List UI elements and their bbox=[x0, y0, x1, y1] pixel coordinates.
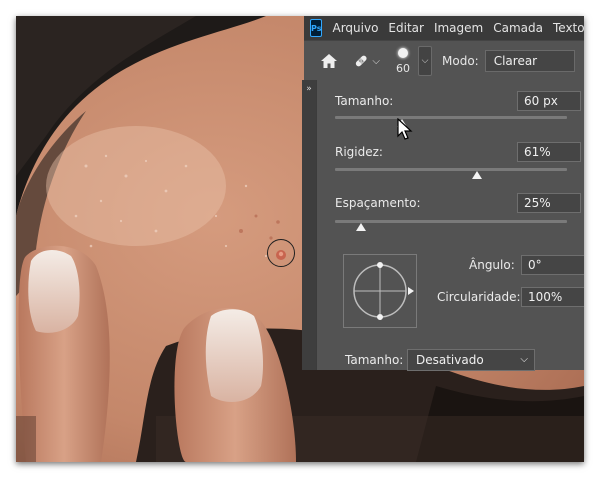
rigidez-value: 61% bbox=[524, 145, 551, 159]
espacamento-label: Espaçamento: bbox=[335, 196, 421, 210]
options-bar: ⌵ 60 ⌵ Modo: Clarear bbox=[304, 40, 584, 81]
brush-tip-icon bbox=[398, 48, 408, 58]
chevron-down-icon: ⌵ bbox=[421, 56, 429, 66]
rigidez-input[interactable]: 61% bbox=[517, 142, 581, 162]
espacamento-input[interactable]: 25% bbox=[517, 193, 581, 213]
menu-camada[interactable]: Camada bbox=[493, 21, 543, 35]
menu-arquivo[interactable]: Arquivo bbox=[332, 21, 378, 35]
rigidez-slider-thumb[interactable] bbox=[471, 171, 482, 179]
screenshot-frame: Ps Arquivo Editar Imagem Camada Texto ⌵ bbox=[16, 16, 584, 462]
angle-roundness-widget[interactable] bbox=[343, 254, 417, 328]
tamanho-slider-track[interactable] bbox=[335, 116, 567, 119]
chevron-down-icon: ⌵ bbox=[520, 354, 528, 365]
angulo-label: Ângulo: bbox=[469, 258, 515, 272]
brush-angle-preview-icon bbox=[353, 262, 414, 320]
spot-healing-brush-icon bbox=[355, 55, 367, 67]
menu-bar: Ps Arquivo Editar Imagem Camada Texto bbox=[304, 16, 584, 40]
angulo-value: 0° bbox=[528, 258, 542, 272]
circularidade-label: Circularidade: bbox=[437, 290, 521, 304]
circularidade-input[interactable]: 100% bbox=[521, 287, 584, 307]
tamanho-value: 60 px bbox=[524, 94, 558, 108]
panel-collapse-strip[interactable]: » bbox=[302, 80, 316, 370]
home-button[interactable] bbox=[314, 46, 344, 76]
tamanho-control-value: Desativado bbox=[416, 353, 484, 367]
menu-imagem[interactable]: Imagem bbox=[434, 21, 483, 35]
photoshop-logo-icon: Ps bbox=[310, 19, 323, 37]
rigidez-label: Rigidez: bbox=[335, 145, 383, 159]
circularidade-value: 100% bbox=[528, 290, 563, 304]
brush-size-preview[interactable]: 60 bbox=[390, 44, 416, 78]
tamanho-input[interactable]: 60 px bbox=[517, 91, 581, 111]
tool-preset-picker[interactable]: ⌵ bbox=[352, 47, 380, 75]
rigidez-slider-track[interactable] bbox=[335, 168, 567, 171]
collapse-arrows-icon: » bbox=[306, 84, 312, 94]
menu-editar[interactable]: Editar bbox=[388, 21, 424, 35]
tamanho-control-select[interactable]: Desativado ⌵ bbox=[407, 349, 535, 371]
brush-cursor-circle bbox=[267, 239, 295, 267]
mode-select[interactable]: Clarear bbox=[484, 50, 575, 72]
mode-value: Clarear bbox=[493, 54, 538, 68]
angulo-input[interactable]: 0° bbox=[521, 255, 584, 275]
brush-picker-dropdown[interactable]: ⌵ bbox=[418, 46, 432, 76]
tamanho-control-label: Tamanho: bbox=[345, 353, 404, 367]
espacamento-value: 25% bbox=[524, 196, 551, 210]
mouse-pointer-icon bbox=[397, 118, 413, 140]
espacamento-slider-track[interactable] bbox=[335, 220, 567, 223]
home-icon bbox=[321, 54, 337, 68]
brush-size-value: 60 bbox=[396, 62, 410, 75]
tamanho-label: Tamanho: bbox=[335, 94, 394, 108]
chevron-down-icon: ⌵ bbox=[372, 55, 380, 67]
brush-settings-panel: Tamanho: 60 px Rigidez: 61% Espaçamento:… bbox=[316, 80, 584, 371]
menu-texto[interactable]: Texto bbox=[553, 21, 584, 35]
espacamento-slider-thumb[interactable] bbox=[355, 223, 366, 231]
mode-label: Modo: bbox=[442, 54, 479, 68]
